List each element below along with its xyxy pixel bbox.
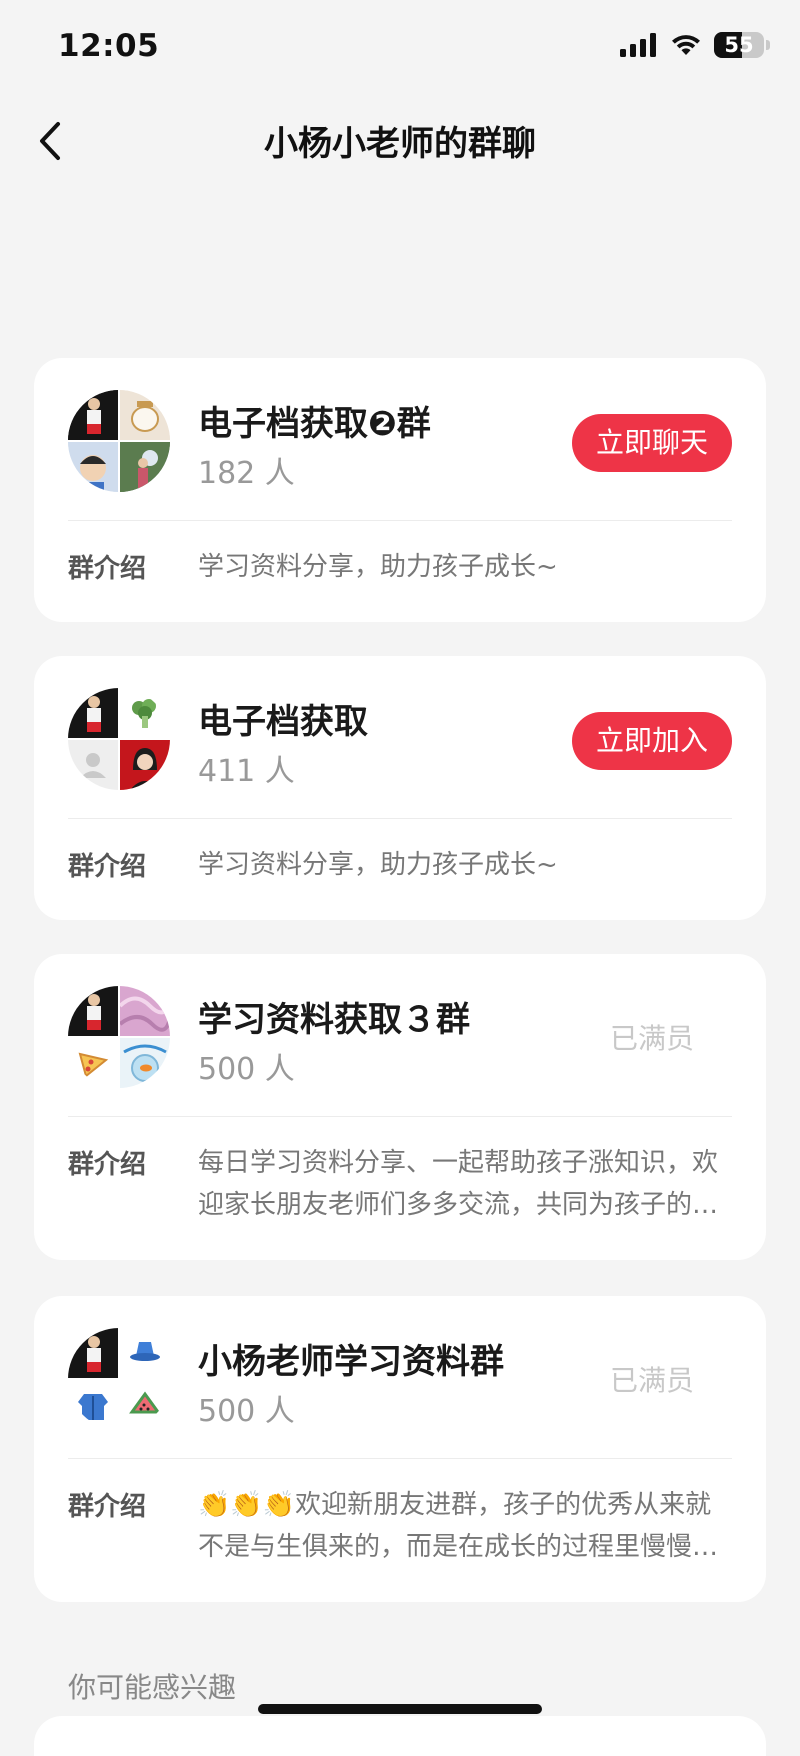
group-intro: 学习资料分享，助力孩子成长~ (198, 552, 558, 582)
group-full-label: 已满员 (609, 1364, 694, 1397)
wifi-icon (672, 35, 700, 55)
member-avatar (68, 986, 118, 1036)
group-avatar (68, 390, 170, 492)
battery-body: 55 (714, 32, 764, 58)
home-indicator[interactable] (258, 1704, 542, 1714)
group-card-header: 电子档获取 411 人 立即加入 (34, 656, 766, 818)
status-bar: 12:05 55 (0, 0, 800, 96)
watermelon-icon (120, 1380, 170, 1430)
battery-icon: 55 (714, 32, 770, 58)
group-card[interactable]: 电子档获取❷群 182 人 立即聊天 群介绍 学习资料分享，助力孩子成长~ (34, 358, 766, 622)
member-avatar (68, 390, 118, 440)
status-icons: 55 (620, 32, 770, 58)
member-avatar (68, 442, 118, 492)
child-face-icon (68, 442, 118, 492)
member-count: 500 人 (198, 1052, 295, 1087)
intro-label: 群介绍 (68, 852, 147, 882)
nav-bar: 小杨小老师的群聊 (0, 96, 800, 186)
group-card[interactable]: 小杨老师学习资料群 500 人 已满员 群介绍 👏👏👏欢迎新朋友进群，孩子的优秀… (34, 1296, 766, 1602)
member-avatar (120, 1038, 170, 1088)
group-card-header: 小杨老师学习资料群 500 人 已满员 (34, 1296, 766, 1458)
member-avatar (120, 390, 170, 440)
group-card[interactable]: 电子档获取 411 人 立即加入 群介绍 学习资料分享，助力孩子成长~ (34, 656, 766, 920)
divider (68, 520, 732, 521)
member-avatar (68, 1380, 118, 1430)
group-full-label: 已满员 (609, 1022, 694, 1055)
intro-label: 群介绍 (68, 554, 147, 584)
vase-icon (120, 390, 170, 440)
group-card-header: 电子档获取❷群 182 人 立即聊天 (34, 358, 766, 520)
group-intro: 每日学习资料分享、一起帮助孩子涨知识，欢迎家长朋友老师们多多交流，共同为孩子的成… (198, 1148, 719, 1220)
person-icon (68, 688, 118, 738)
recommended-card[interactable] (34, 1716, 766, 1756)
bucket-hat-icon (120, 1328, 170, 1378)
group-avatar (68, 1328, 170, 1430)
member-avatar (120, 740, 170, 790)
member-count: 411 人 (198, 754, 295, 789)
battery-level: 55 (724, 33, 754, 57)
status-time: 12:05 (58, 28, 160, 64)
broccoli-icon (120, 688, 170, 738)
person-icon (68, 1328, 118, 1378)
member-count: 182 人 (198, 456, 295, 491)
intro-label: 群介绍 (68, 1492, 147, 1522)
signal-icon (620, 33, 656, 57)
member-avatar (68, 740, 118, 790)
group-name: 电子档获取❷群 (198, 404, 431, 444)
intro-label: 群介绍 (68, 1150, 147, 1180)
member-avatar (120, 442, 170, 492)
group-card-header: 学习资料获取３群 500 人 已满员 (34, 954, 766, 1116)
divider (68, 818, 732, 819)
chat-now-button[interactable]: 立即聊天 (572, 414, 732, 472)
section-title: 你可能感兴趣 (68, 1671, 237, 1704)
group-intro: 学习资料分享，助力孩子成长~ (198, 850, 558, 880)
woman-portrait-icon (120, 740, 170, 790)
member-avatar (68, 1328, 118, 1378)
pizza-icon (68, 1038, 118, 1088)
page-title: 小杨小老师的群聊 (264, 124, 536, 164)
group-name: 电子档获取 (198, 702, 368, 742)
member-avatar (68, 688, 118, 738)
member-avatar (120, 1380, 170, 1430)
join-now-button[interactable]: 立即加入 (572, 712, 732, 770)
group-name: 小杨老师学习资料群 (198, 1342, 504, 1382)
member-avatar (120, 986, 170, 1036)
group-name: 学习资料获取３群 (198, 1000, 470, 1040)
group-avatar (68, 986, 170, 1088)
group-intro: 👏👏👏欢迎新朋友进群，孩子的优秀从来就不是与生俱来的，而是在成长的过程里慢慢养成… (198, 1490, 719, 1562)
jacket-icon (68, 1380, 118, 1430)
pink-pattern-icon (120, 986, 170, 1036)
member-avatar (120, 688, 170, 738)
member-count: 500 人 (198, 1394, 295, 1429)
divider (68, 1116, 732, 1117)
battery-cap (766, 40, 770, 50)
divider (68, 1458, 732, 1459)
default-avatar-icon (68, 740, 118, 790)
member-avatar (120, 1328, 170, 1378)
group-card[interactable]: 学习资料获取３群 500 人 已满员 群介绍 每日学习资料分享、一起帮助孩子涨知… (34, 954, 766, 1260)
member-avatar (68, 1038, 118, 1088)
fishbowl-icon (120, 1038, 170, 1088)
person-icon (68, 390, 118, 440)
person-icon (68, 986, 118, 1036)
outdoor-photo-icon (120, 442, 170, 492)
group-avatar (68, 688, 170, 790)
